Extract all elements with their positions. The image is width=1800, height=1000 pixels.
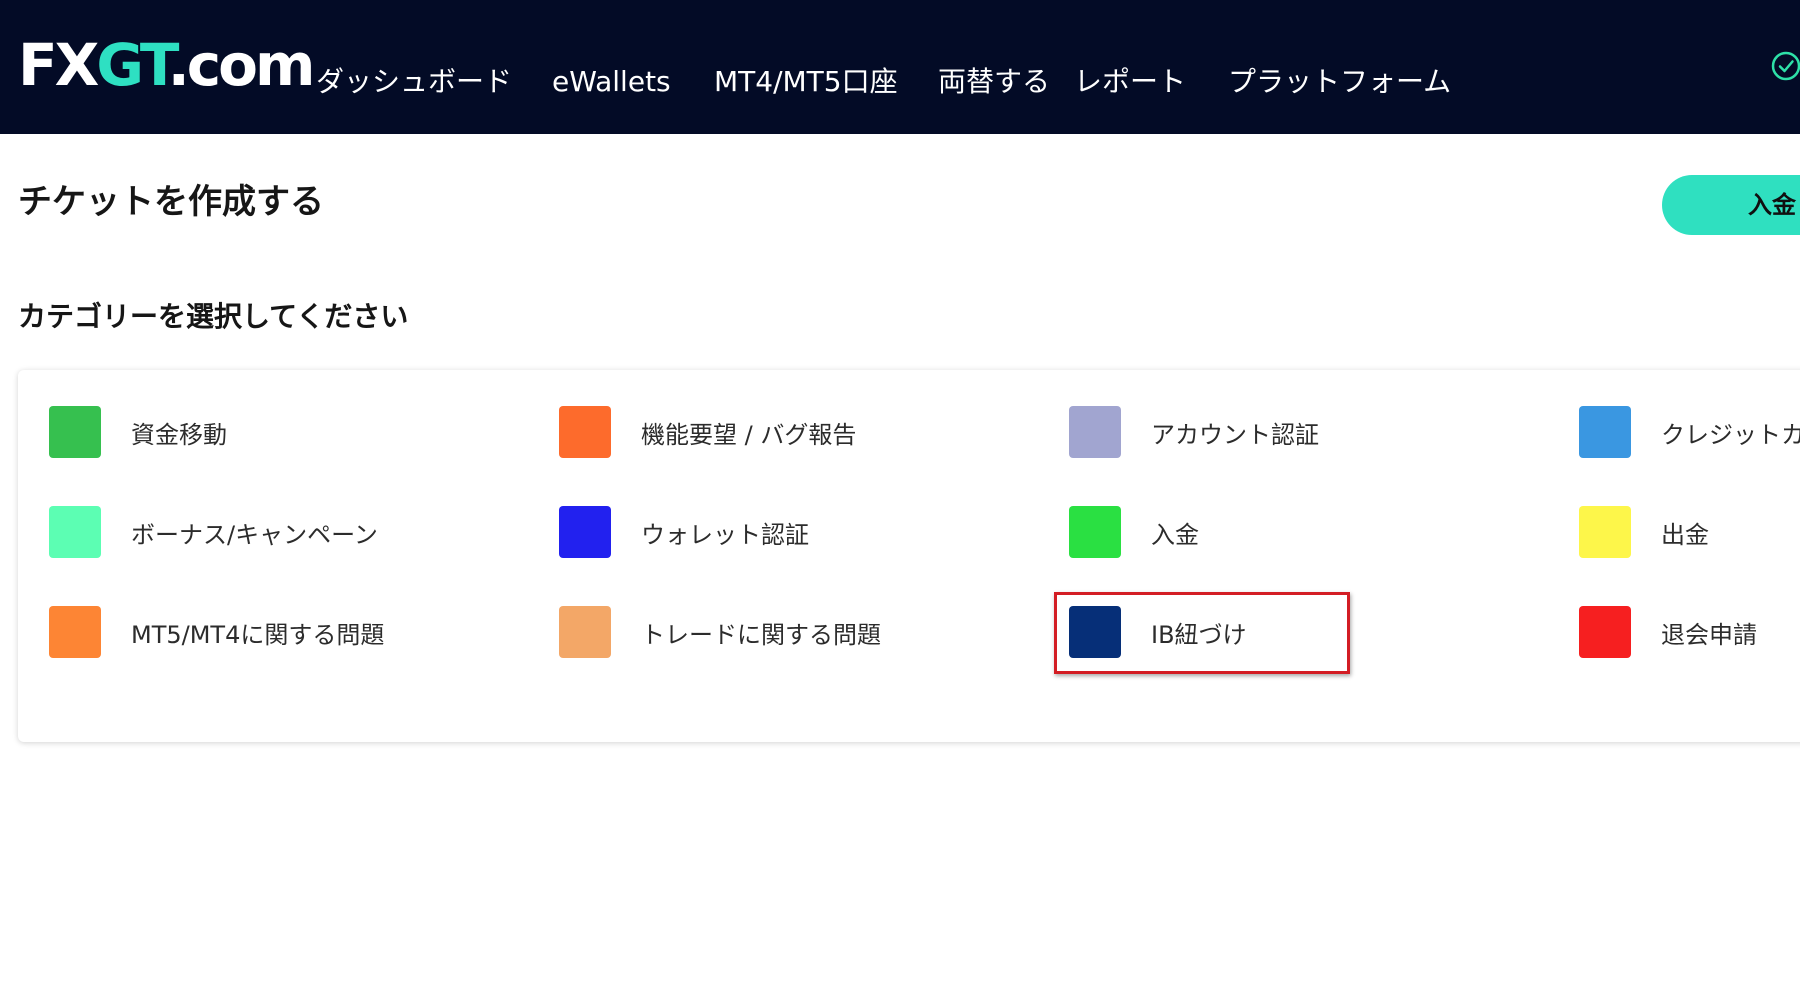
- category-feature-request-bug-report[interactable]: 機能要望 / バグ報告: [559, 406, 856, 458]
- page-title: チケットを作成する: [18, 182, 324, 222]
- category-section-title: カテゴリーを選択してください: [18, 300, 409, 333]
- category-label: 資金移動: [131, 420, 227, 449]
- category-color-swatch: [1069, 506, 1121, 558]
- check-circle-icon[interactable]: [1770, 50, 1800, 82]
- category-color-swatch: [559, 406, 611, 458]
- category-wallet-verification[interactable]: ウォレット認証: [559, 506, 809, 558]
- category-color-swatch: [559, 606, 611, 658]
- category-label: ウォレット認証: [641, 520, 809, 549]
- category-label: 退会申請: [1661, 620, 1757, 649]
- deposit-button[interactable]: 入金: [1662, 175, 1800, 235]
- category-fund-transfer[interactable]: 資金移動: [49, 406, 227, 458]
- category-color-swatch: [1579, 506, 1631, 558]
- category-credit-card[interactable]: クレジットカ: [1579, 406, 1800, 458]
- category-bonus-campaign[interactable]: ボーナス/キャンペーン: [49, 506, 378, 558]
- category-color-swatch: [49, 606, 101, 658]
- category-trade-issues[interactable]: トレードに関する問題: [559, 606, 881, 658]
- nav-item-ewallets[interactable]: eWallets: [552, 58, 671, 106]
- category-account-closure[interactable]: 退会申請: [1579, 606, 1757, 658]
- category-color-swatch: [1579, 406, 1631, 458]
- top-navigation-bar: FXGT.com ダッシュボード eWallets MT4/MT5口座 両替する…: [0, 0, 1800, 134]
- category-label: 機能要望 / バグ報告: [641, 420, 857, 449]
- nav-item-exchange[interactable]: 両替する: [938, 58, 1050, 106]
- category-label: クレジットカ: [1661, 420, 1800, 449]
- category-color-swatch: [559, 506, 611, 558]
- category-label: トレードに関する問題: [641, 620, 881, 649]
- logo-text-fx: FX: [18, 31, 99, 99]
- logo-text-gt: GT: [96, 31, 170, 99]
- category-mt5-mt4-issues[interactable]: MT5/MT4に関する問題: [49, 606, 384, 658]
- nav-item-platform[interactable]: プラットフォーム: [1228, 58, 1451, 106]
- category-label: ボーナス/キャンペーン: [131, 520, 378, 549]
- category-label: アカウント認証: [1151, 420, 1319, 449]
- category-withdrawal[interactable]: 出金: [1579, 506, 1709, 558]
- category-color-swatch: [49, 506, 101, 558]
- category-label: 出金: [1661, 520, 1709, 549]
- category-color-swatch: [1579, 606, 1631, 658]
- category-label: MT5/MT4に関する問題: [131, 620, 385, 649]
- category-color-swatch: [1069, 406, 1121, 458]
- nav-item-reports[interactable]: レポート: [1074, 58, 1186, 106]
- logo-text-com: .com: [167, 31, 316, 99]
- highlight-box: [1054, 592, 1350, 674]
- nav-item-dashboard[interactable]: ダッシュボード: [316, 58, 512, 106]
- category-deposit[interactable]: 入金: [1069, 506, 1199, 558]
- fxgt-logo[interactable]: FXGT.com: [18, 30, 316, 100]
- category-label: 入金: [1151, 520, 1199, 549]
- category-color-swatch: [49, 406, 101, 458]
- nav-item-mt4-mt5-accounts[interactable]: MT4/MT5口座: [714, 58, 898, 106]
- category-account-verification[interactable]: アカウント認証: [1069, 406, 1319, 458]
